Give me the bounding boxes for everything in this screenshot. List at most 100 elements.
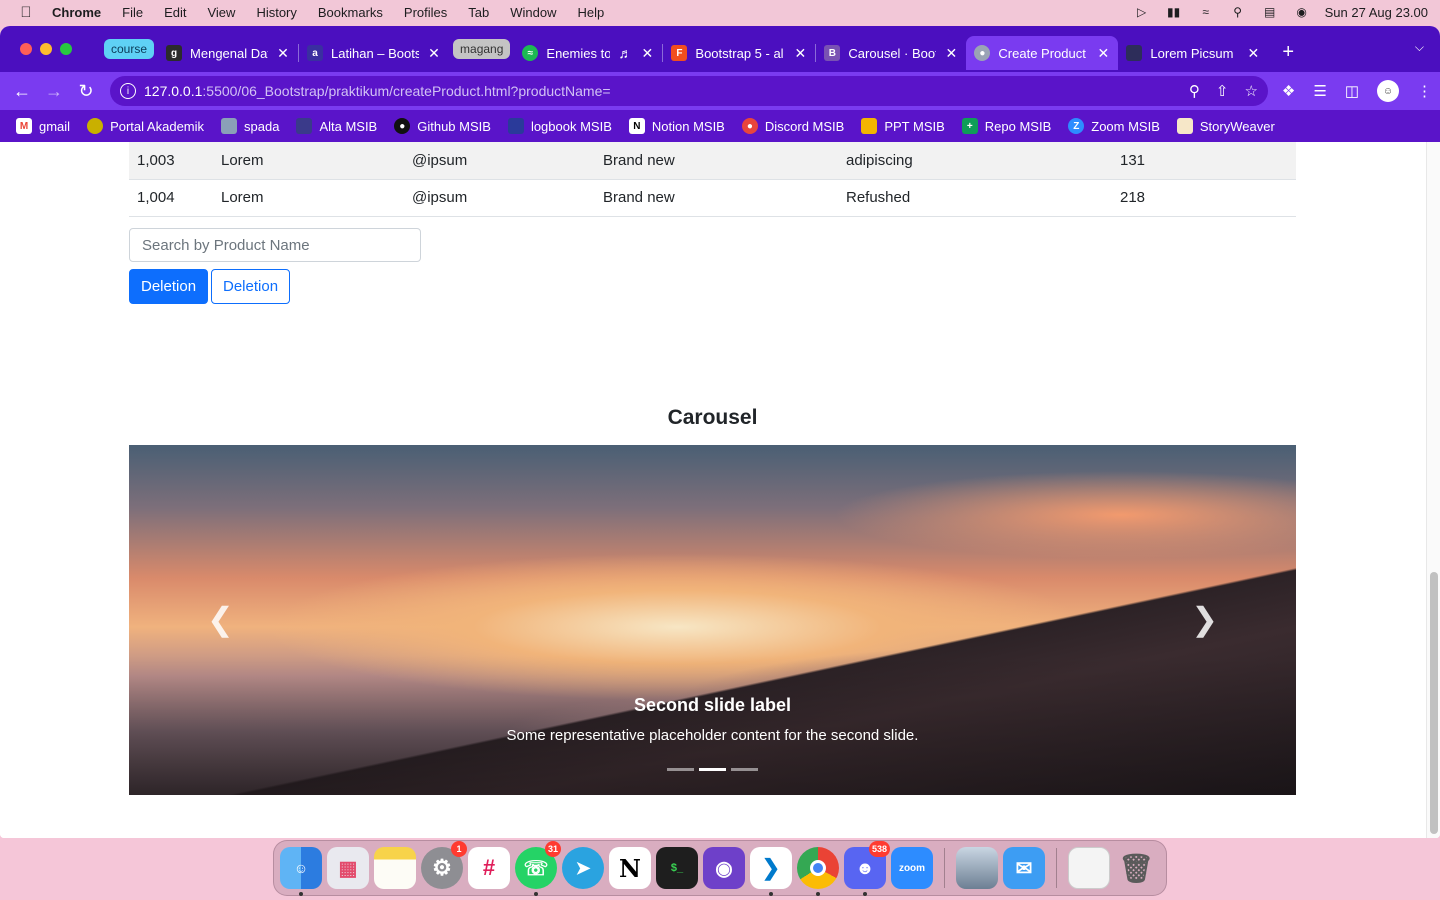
bookmark-notion-msib[interactable]: N Notion MSIB <box>628 118 725 134</box>
menu-window[interactable]: Window <box>510 5 556 20</box>
tab-bootstrap-5[interactable]: F Bootstrap 5 - al ✕ <box>663 36 815 70</box>
wifi-icon[interactable]: ≈ <box>1197 5 1215 19</box>
carousel-indicators <box>129 768 1296 771</box>
bookmark-star-icon[interactable]: ☆ <box>1244 82 1257 100</box>
close-window-button[interactable] <box>20 43 32 55</box>
bookmark-spada[interactable]: spada <box>221 118 279 134</box>
discord-app-icon[interactable]: ☻ 538 <box>844 841 890 896</box>
menu-view[interactable]: View <box>207 5 235 20</box>
bookmark-gmail[interactable]: Mgmail <box>16 118 70 134</box>
profile-avatar[interactable]: ☺ <box>1377 80 1399 102</box>
picsum-icon <box>1126 45 1143 61</box>
tab-latihan-bootstrap[interactable]: a Latihan – Boots ✕ <box>299 36 449 70</box>
menu-bookmarks[interactable]: Bookmarks <box>318 5 383 20</box>
forward-arrow-icon[interactable]: → <box>40 77 68 105</box>
apple-menu-icon[interactable]:  <box>0 4 52 21</box>
close-tab-icon[interactable]: ✕ <box>944 45 958 62</box>
bookmark-discord-msib[interactable]: ● Discord MSIB <box>741 118 844 134</box>
bookmark-label: Zoom MSIB <box>1091 118 1160 134</box>
tab-carousel-bootstrap[interactable]: B Carousel · Boot ✕ <box>816 36 966 70</box>
chevron-left-icon[interactable]: ❮ <box>207 600 234 638</box>
carousel-indicator[interactable] <box>731 768 758 771</box>
launchpad-icon[interactable]: ▦ <box>327 847 369 889</box>
tab-lorem-picsum[interactable]: Lorem Picsum ✕ <box>1118 36 1268 70</box>
search-product-input[interactable] <box>129 228 421 262</box>
cell-price: 218 <box>1112 179 1296 217</box>
share-icon[interactable]: ⇧ <box>1216 82 1229 100</box>
reload-icon[interactable]: ↻ <box>72 77 100 105</box>
tab-title: Latihan – Boots <box>331 45 420 61</box>
menu-app-name[interactable]: Chrome <box>52 5 101 20</box>
zoom-magnifier-icon[interactable]: ⚲ <box>1189 82 1200 100</box>
bookmark-logbook-msib[interactable]: logbook MSIB <box>507 118 612 134</box>
deletion-outline-button[interactable]: Deletion <box>211 269 291 304</box>
bookmark-github-msib[interactable]: ● Github MSIB <box>394 118 491 134</box>
close-tab-icon[interactable]: ✕ <box>1246 45 1260 62</box>
play-icon[interactable]: ▷ <box>1133 5 1151 19</box>
vscode-icon[interactable]: ❯ <box>750 847 792 896</box>
media-queue-icon[interactable]: ☰ <box>1313 82 1326 100</box>
preview-icon[interactable] <box>956 847 998 889</box>
minimize-window-button[interactable] <box>40 43 52 55</box>
slack-icon[interactable]: # <box>468 847 510 889</box>
zoom-app-icon[interactable]: zoom <box>891 847 933 889</box>
side-panel-icon[interactable]: ◫ <box>1345 82 1359 100</box>
telegram-icon[interactable]: ➤ <box>562 847 604 889</box>
battery-icon[interactable]: ▮▮ <box>1165 5 1183 19</box>
scrollbar-thumb[interactable] <box>1430 572 1438 834</box>
bookmark-portal-akademik[interactable]: Portal Akademik <box>87 118 204 134</box>
deletion-primary-button[interactable]: Deletion <box>129 269 209 304</box>
menu-edit[interactable]: Edit <box>164 5 186 20</box>
notes-icon[interactable] <box>374 847 416 889</box>
address-bar[interactable]: i 127.0.0.1 :5500/06_Bootstrap/praktikum… <box>110 76 1268 106</box>
back-arrow-icon[interactable]: ← <box>8 77 36 105</box>
audio-playing-icon[interactable]: ♬ <box>618 45 632 61</box>
trash-icon[interactable]: 🗑 <box>1115 847 1157 889</box>
control-center-icon[interactable]: ▤ <box>1261 5 1279 19</box>
terminal-icon[interactable]: $_ <box>656 847 698 889</box>
page-scrollbar[interactable] <box>1426 142 1440 838</box>
clock[interactable]: Sun 27 Aug 23.00 <box>1325 5 1428 20</box>
spotlight-search-icon[interactable]: ⚲ <box>1229 5 1247 19</box>
menu-tab[interactable]: Tab <box>468 5 489 20</box>
close-tab-icon[interactable]: ✕ <box>640 45 654 62</box>
zoom-window-button[interactable] <box>60 43 72 55</box>
bookmark-repo-msib[interactable]: + Repo MSIB <box>961 118 1051 134</box>
more-menu-icon[interactable]: ⋮ <box>1417 82 1432 100</box>
close-tab-icon[interactable]: ✕ <box>276 45 290 62</box>
whatsapp-icon[interactable]: ☏ 31 <box>515 841 561 896</box>
site-info-icon[interactable]: i <box>120 83 136 99</box>
bookmark-zoom-msib[interactable]: Z Zoom MSIB <box>1068 118 1160 134</box>
close-tab-icon[interactable]: ✕ <box>427 45 441 62</box>
siri-icon[interactable]: ◉ <box>1293 5 1311 19</box>
alta-icon <box>296 118 313 134</box>
notion-app-icon[interactable]: N <box>609 847 651 889</box>
menu-profiles[interactable]: Profiles <box>404 5 447 20</box>
mail-icon[interactable]: ✉ <box>1003 847 1045 889</box>
tab-search-chevron-icon[interactable]: ⌵ <box>1415 40 1424 55</box>
finder-icon[interactable]: ☺ <box>280 847 322 896</box>
zoom-icon: Z <box>1068 118 1085 134</box>
bookmark-ppt-msib[interactable]: PPT MSIB <box>861 118 945 134</box>
system-settings-icon[interactable]: ⚙ 1 <box>421 841 467 889</box>
tab-create-product[interactable]: ● Create Product ✕ <box>966 36 1119 70</box>
menu-history[interactable]: History <box>256 5 296 20</box>
chevron-right-icon[interactable]: ❯ <box>1191 600 1218 638</box>
chrome-icon[interactable] <box>797 847 839 896</box>
tab-mengenal-data[interactable]: g Mengenal Data ✕ <box>158 36 298 70</box>
extensions-puzzle-icon[interactable]: ❖ <box>1282 82 1295 100</box>
carousel-indicator-active[interactable] <box>699 768 726 771</box>
tab-group-course[interactable]: course <box>104 39 155 59</box>
menu-help[interactable]: Help <box>578 5 605 20</box>
github-desktop-icon[interactable]: ◉ <box>703 847 745 889</box>
bookmark-storyweaver[interactable]: StoryWeaver <box>1176 118 1275 134</box>
downloads-stack-icon[interactable] <box>1068 847 1110 889</box>
menu-file[interactable]: File <box>122 5 143 20</box>
bookmark-alta-msib[interactable]: Alta MSIB <box>296 118 377 134</box>
close-tab-icon[interactable]: ✕ <box>793 45 807 62</box>
carousel-indicator[interactable] <box>667 768 694 771</box>
close-tab-icon[interactable]: ✕ <box>1096 45 1110 62</box>
new-tab-button[interactable]: + <box>1282 41 1294 64</box>
tab-enemies-to[interactable]: ≈ Enemies to ♬ ✕ <box>514 36 662 70</box>
tab-group-magang[interactable]: magang <box>453 39 511 59</box>
